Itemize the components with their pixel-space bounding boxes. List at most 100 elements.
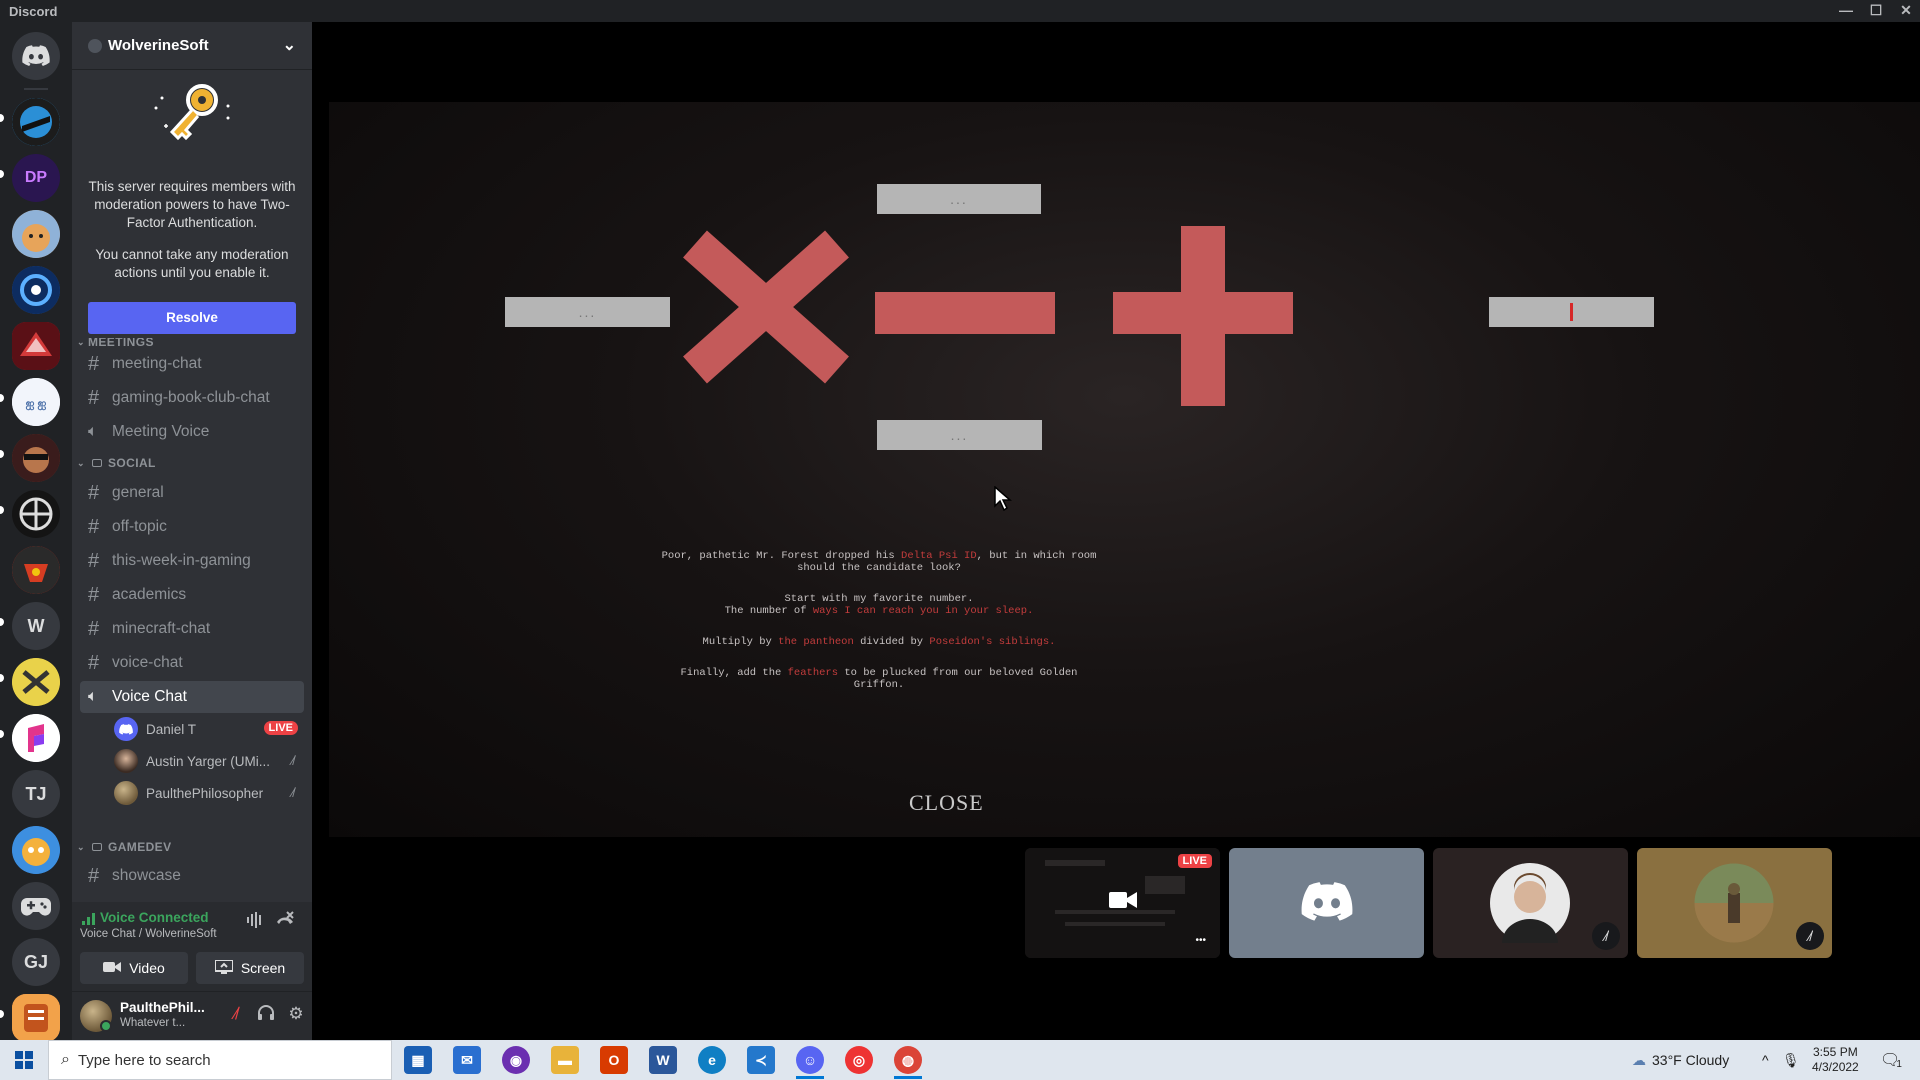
voice-connected-status[interactable]: Voice Connected xyxy=(100,910,209,925)
channel-voice-chat[interactable]: 🔈︎ Voice Chat xyxy=(80,681,304,713)
channel-meeting-voice[interactable]: 🔈︎ Meeting Voice xyxy=(80,416,304,448)
gear-icon[interactable]: ⚙ xyxy=(284,1004,308,1024)
channel-general[interactable]: # general xyxy=(80,477,304,509)
home-button[interactable] xyxy=(12,32,60,80)
category-meetings[interactable]: ⌄ MEETINGS xyxy=(74,338,154,346)
mute-mic-icon[interactable]: ⁄̸ xyxy=(224,1004,248,1024)
voice-user[interactable]: PaulthePhilosopher ⁄̸ xyxy=(114,780,304,806)
channel-voice-chat-text[interactable]: # voice-chat xyxy=(80,647,304,679)
server-icon-8[interactable] xyxy=(12,490,60,538)
server-icon-12[interactable] xyxy=(12,714,60,762)
stream-stage: ... ... ... Poor, pathetic Mr. Forest dr… xyxy=(312,22,1920,1040)
game-stream-view[interactable]: ... ... ... Poor, pathetic Mr. Forest dr… xyxy=(329,102,1920,837)
hashtag-icon: # xyxy=(88,481,100,504)
server-icon-5[interactable] xyxy=(12,322,60,370)
stream-tile-daniel[interactable]: LIVE ••• xyxy=(1025,848,1220,958)
category-gamedev[interactable]: ⌄ GAMEDEV xyxy=(74,840,171,854)
weather-widget[interactable]: ☁ 33°F Cloudy xyxy=(1632,1040,1729,1080)
podcast-app-icon[interactable]: ◉ xyxy=(502,1046,530,1074)
unread-pip xyxy=(0,674,4,682)
channel-label: general xyxy=(112,484,164,501)
tray-expand-icon[interactable]: ^ xyxy=(1762,1040,1769,1080)
minimize-button[interactable]: — xyxy=(1832,2,1860,18)
resolve-button[interactable]: Resolve xyxy=(88,302,296,334)
voice-user-name: PaulthePhilosopher xyxy=(146,785,264,801)
server-avatar-icon xyxy=(12,322,60,370)
maximize-button[interactable]: ☐ xyxy=(1862,2,1890,19)
voice-user[interactable]: Daniel T LIVE xyxy=(114,716,304,742)
server-avatar-icon xyxy=(12,98,60,146)
category-social[interactable]: ⌄ SOCIAL xyxy=(74,456,156,470)
target-app-icon[interactable]: ◎ xyxy=(845,1046,873,1074)
channel-off-topic[interactable]: # off-topic xyxy=(80,511,304,543)
server-icon-14[interactable] xyxy=(12,826,60,874)
server-icon-3[interactable] xyxy=(12,210,60,258)
server-icon-2[interactable]: DP xyxy=(12,154,60,202)
online-status-dot xyxy=(100,1020,112,1032)
riddle-text: Poor, pathetic Mr. Forest dropped his De… xyxy=(659,550,1099,710)
multiply-symbol-icon xyxy=(683,230,849,384)
voice-location[interactable]: Voice Chat / WolverineSoft xyxy=(80,928,217,940)
channel-label: this-week-in-gaming xyxy=(112,552,251,569)
server-icon-7[interactable] xyxy=(12,434,60,482)
taskbar-search[interactable]: ⌕ Type here to search xyxy=(48,1040,392,1080)
voice-connection-panel: Voice Connected Voice Chat / WolverineSo… xyxy=(72,902,312,992)
server-icon-6[interactable]: ஐ ஐ xyxy=(12,378,60,426)
server-icon-15[interactable] xyxy=(12,882,60,930)
server-icon-9[interactable] xyxy=(12,546,60,594)
video-camera-icon xyxy=(1109,890,1137,915)
channel-showcase[interactable]: # showcase xyxy=(80,860,304,892)
server-icon-1[interactable] xyxy=(12,98,60,146)
microphone-icon[interactable]: 🎙︎ xyxy=(1782,1040,1800,1080)
participant-tile-discord[interactable] xyxy=(1229,848,1424,958)
channel-gaming-book-club-chat[interactable]: # gaming-book-club-chat xyxy=(80,382,304,414)
file-explorer-icon[interactable]: ▬ xyxy=(551,1046,579,1074)
headset-icon xyxy=(258,1005,274,1020)
game-close-button[interactable]: CLOSE xyxy=(909,790,984,816)
office-icon[interactable]: O xyxy=(600,1046,628,1074)
channel-meeting-chat[interactable]: # meeting-chat xyxy=(80,348,304,380)
channel-minecraft-chat[interactable]: # minecraft-chat xyxy=(80,613,304,645)
vscode-icon[interactable]: ≺ xyxy=(747,1046,775,1074)
server-avatar-icon: ஐ ஐ xyxy=(12,378,60,426)
hashtag-icon: # xyxy=(88,352,100,375)
more-options-icon[interactable]: ••• xyxy=(1195,935,1206,946)
discord-taskbar-icon[interactable]: ☺ xyxy=(796,1046,824,1074)
start-button[interactable] xyxy=(0,1040,48,1080)
server-icon-10[interactable]: W xyxy=(12,602,60,650)
noise-suppression-icon[interactable] xyxy=(242,912,268,938)
current-username[interactable]: PaulthePhil... xyxy=(120,1000,205,1015)
participant-tile-austin[interactable]: ⁄̸ xyxy=(1433,848,1628,958)
word-icon[interactable]: W xyxy=(649,1046,677,1074)
windows-taskbar: ⌕ Type here to search ▦ ✉ ◉ ▬ O W e ≺ ☺ … xyxy=(0,1040,1920,1080)
discord-app: Discord — ☐ ✕ DP ஐ ஐ W TJ GJ WolverineSo… xyxy=(0,0,1920,1042)
channel-this-week-in-gaming[interactable]: # this-week-in-gaming xyxy=(80,545,304,577)
chrome-icon[interactable]: ◍ xyxy=(894,1046,922,1074)
channel-academics[interactable]: # academics xyxy=(80,579,304,611)
screen-share-button[interactable]: Screen xyxy=(196,952,304,984)
mail-icon[interactable]: ✉ xyxy=(453,1046,481,1074)
server-icon-13[interactable]: TJ xyxy=(12,770,60,818)
notification-center-icon[interactable]: 🗨︎ 1 xyxy=(1880,1040,1902,1080)
server-icon-17[interactable] xyxy=(12,994,60,1042)
puzzle-box-top: ... xyxy=(877,184,1041,214)
headphones-icon[interactable] xyxy=(254,1004,278,1025)
server-icon-11[interactable] xyxy=(12,658,60,706)
hashtag-icon: # xyxy=(88,651,100,674)
clock[interactable]: 3:55 PM 4/3/2022 xyxy=(1812,1040,1859,1080)
guild-header[interactable]: WolverineSoft ⌄ xyxy=(72,22,312,70)
channel-label: meeting-chat xyxy=(112,355,202,372)
close-window-button[interactable]: ✕ xyxy=(1892,2,1920,19)
edge-icon[interactable]: e xyxy=(698,1046,726,1074)
chevron-down-icon: ⌄ xyxy=(77,338,85,346)
server-icon-16[interactable]: GJ xyxy=(12,938,60,986)
muted-mic-icon: ⁄̸ xyxy=(291,785,294,800)
store-icon[interactable]: ▦ xyxy=(404,1046,432,1074)
screen-share-icon xyxy=(213,958,234,977)
voice-user[interactable]: Austin Yarger (UMi... ⁄̸ xyxy=(114,748,304,774)
video-button[interactable]: Video xyxy=(80,952,188,984)
disconnect-call-icon[interactable] xyxy=(272,910,298,936)
monitor-arrow-icon xyxy=(213,958,234,974)
server-icon-4[interactable] xyxy=(12,266,60,314)
participant-tile-paul[interactable]: ⁄̸ xyxy=(1637,848,1832,958)
